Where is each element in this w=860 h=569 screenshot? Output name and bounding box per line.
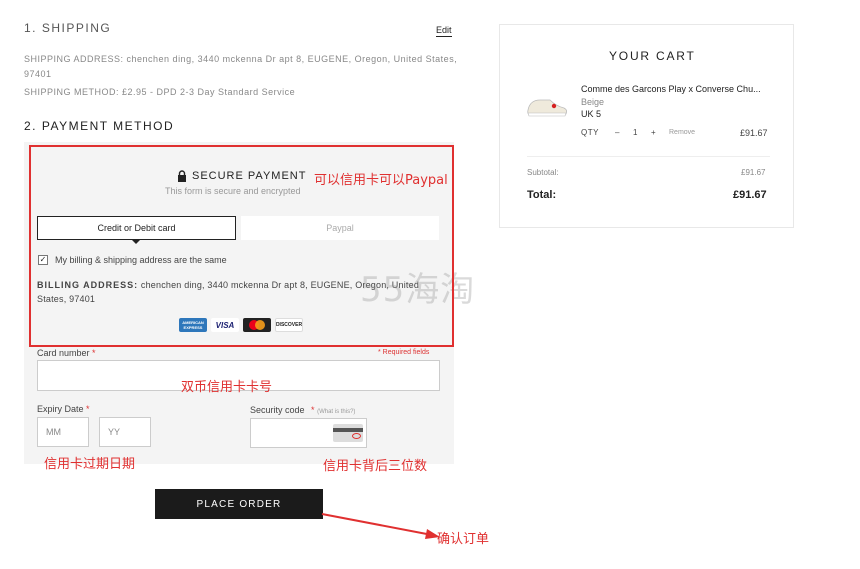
annotation-arrow [321, 513, 440, 539]
